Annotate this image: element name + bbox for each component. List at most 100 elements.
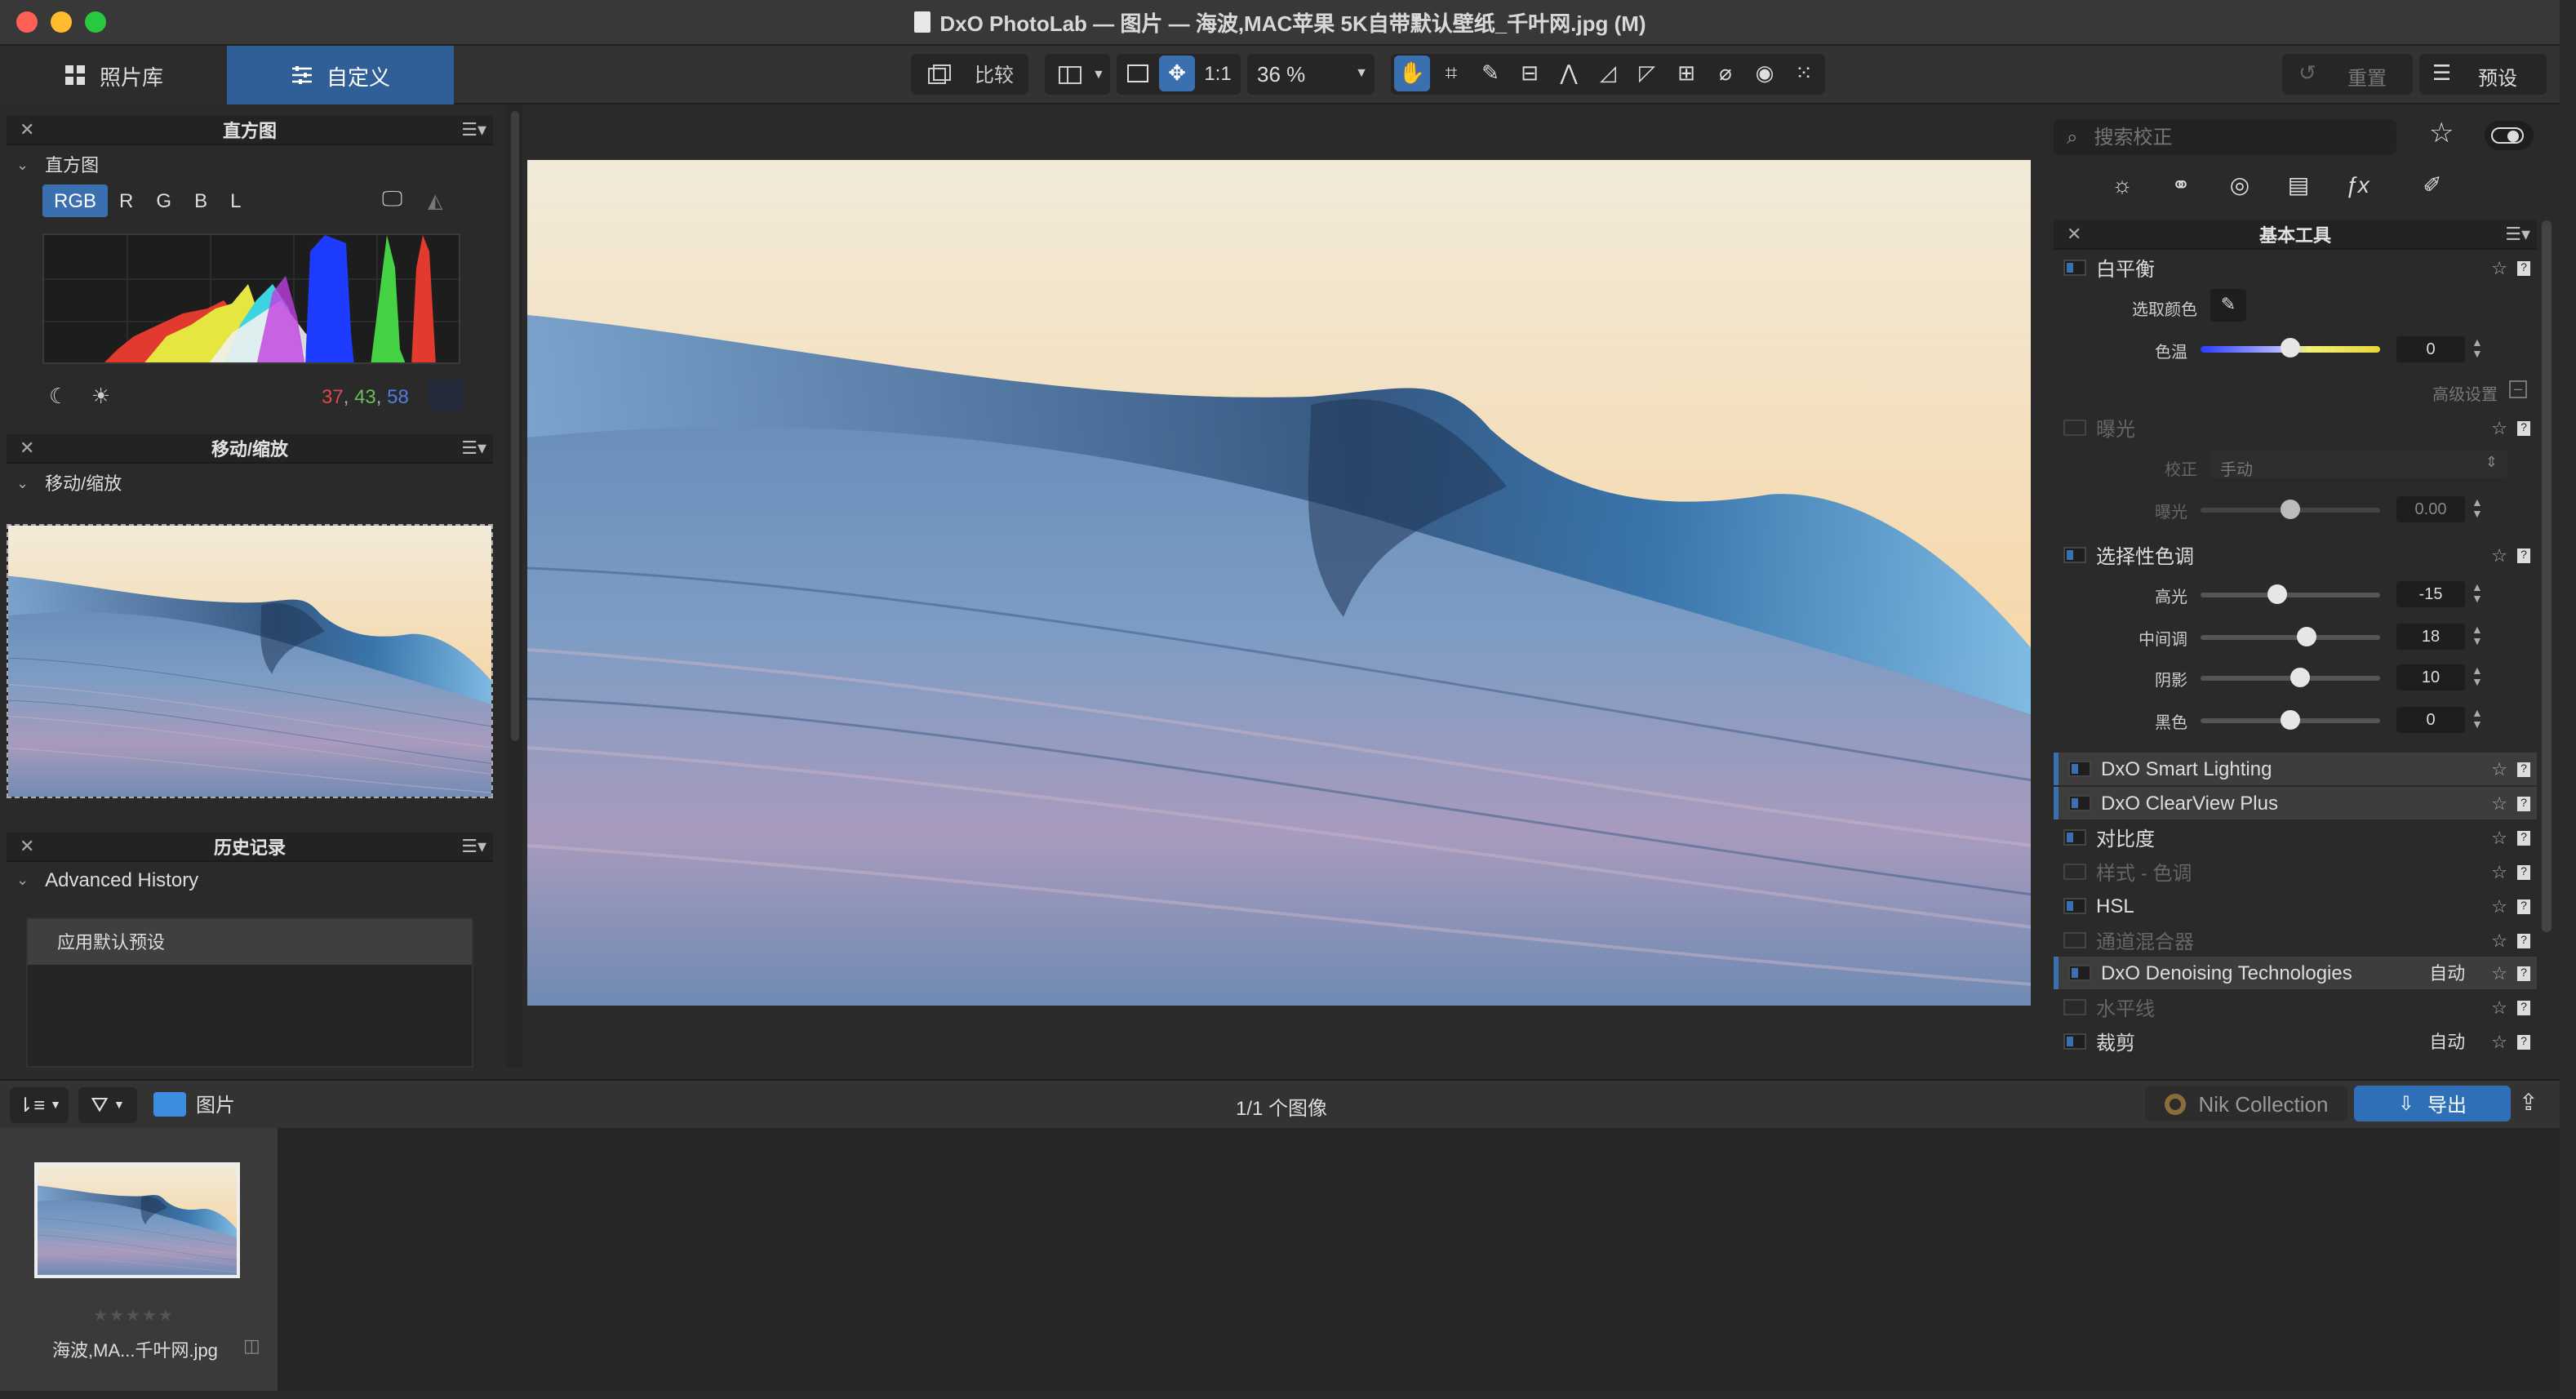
slider-value[interactable]: 18 (2396, 624, 2465, 650)
panel-menu-icon[interactable]: ☰▾ (461, 437, 486, 459)
channel-tab-rgb[interactable]: RGB (42, 184, 109, 217)
tab-customize[interactable]: 自定义 (227, 46, 454, 104)
tool-white-balance[interactable]: 白平衡 ☆? (2054, 251, 2537, 284)
star-icon[interactable]: ☆ (2491, 758, 2507, 779)
channel-tab-r[interactable]: R (108, 184, 144, 217)
enable-checkbox[interactable] (2063, 932, 2086, 948)
film-item[interactable]: ★★★★★ 海波,MA...千叶网.jpg ◫ (0, 1128, 278, 1391)
channel-tab-l[interactable]: L (219, 184, 252, 217)
stepper-icon[interactable]: ▲ ▼ (2472, 338, 2483, 361)
polygon-icon[interactable]: ◿ (1590, 56, 1626, 91)
enable-checkbox[interactable] (2063, 864, 2086, 880)
exposure-track[interactable] (2201, 499, 2380, 518)
channel-tab-b[interactable]: B (183, 184, 219, 217)
reset-button[interactable]: ↺ 重置 (2282, 54, 2413, 95)
main-photo[interactable] (527, 160, 2032, 1006)
correction-select[interactable]: 手动 ⇕ (2210, 451, 2507, 480)
slider-knob[interactable] (2267, 584, 2288, 603)
help-icon[interactable]: ? (2517, 966, 2530, 980)
film-thumbnail[interactable] (34, 1162, 240, 1278)
view-layout-dropdown[interactable]: ▼ (1045, 54, 1110, 95)
tool-contrast[interactable]: 对比度 ☆? (2054, 821, 2537, 854)
tool-exposure[interactable]: 曝光 ☆? (2054, 411, 2537, 444)
eyedropper-icon[interactable]: ✎ (1472, 56, 1508, 91)
zoom-dropdown[interactable]: 36 % ▼ (1247, 54, 1375, 95)
tool-clearview-plus[interactable]: DxO ClearView Plus ☆? (2054, 787, 2537, 819)
search-field[interactable]: ⌕ (2054, 119, 2396, 155)
slider-knob[interactable] (2296, 626, 2316, 646)
midtones-slider[interactable]: 中间调 18 ▲ ▼ (2054, 620, 2537, 653)
left-splitter[interactable] (506, 104, 522, 1068)
blacks-track[interactable] (2201, 709, 2380, 729)
star-icon[interactable]: ☆ (2491, 793, 2507, 814)
color-icon[interactable]: ⚭ (2161, 167, 2201, 202)
search-input[interactable] (2094, 126, 2372, 149)
slider-knob[interactable] (2290, 667, 2309, 686)
enable-checkbox[interactable] (2068, 761, 2091, 777)
slider-knob[interactable] (2281, 338, 2300, 358)
right-splitter[interactable] (2031, 104, 2047, 1068)
star-icon[interactable]: ☆ (2491, 1031, 2507, 1052)
tool-horizon[interactable]: 水平线 ☆? (2054, 991, 2537, 1024)
stepper-icon[interactable]: ▲ ▼ (2472, 498, 2483, 521)
effects-icon[interactable]: ƒx (2338, 167, 2377, 202)
highlights-track[interactable] (2201, 584, 2380, 603)
stepper-icon[interactable]: ▲ ▼ (2472, 708, 2483, 731)
tool-denoising[interactable]: DxO Denoising Technologies 自动 ☆? (2054, 957, 2537, 989)
slider-value[interactable]: 0.00 (2396, 496, 2465, 522)
navigator-section-header[interactable]: ⌄ 移动/缩放 (16, 470, 122, 496)
presets-button[interactable]: ☰ 预设 (2419, 54, 2547, 95)
detail-icon[interactable]: ◎ (2220, 167, 2259, 202)
enable-checkbox[interactable] (2068, 795, 2091, 811)
star-icon[interactable]: ☆ (2491, 544, 2507, 566)
zoom-window-button[interactable] (85, 11, 106, 33)
enable-checkbox[interactable] (2063, 260, 2086, 276)
panel-menu-icon[interactable]: ☰▾ (2505, 224, 2530, 245)
help-icon[interactable]: ? (2517, 796, 2530, 811)
enable-checkbox[interactable] (2063, 898, 2086, 914)
star-icon[interactable]: ☆ (2491, 827, 2507, 848)
stepper-icon[interactable]: ▲ ▼ (2472, 625, 2483, 648)
geometry-icon[interactable]: ▤ (2279, 167, 2318, 202)
history-item[interactable]: 应用默认预设 (28, 919, 472, 965)
highlights-slider[interactable]: 高光 -15 ▲ ▼ (2054, 578, 2537, 611)
export-button[interactable]: ⇩ 导出 (2354, 1086, 2511, 1121)
light-icon[interactable]: ☼ (2103, 167, 2142, 202)
help-icon[interactable]: ? (2517, 933, 2530, 948)
slider-value[interactable]: 10 (2396, 664, 2465, 691)
enable-checkbox[interactable] (2063, 1033, 2086, 1050)
help-icon[interactable]: ? (2517, 1034, 2530, 1049)
horizon-icon[interactable]: ⊟ (1512, 56, 1548, 91)
stepper-icon[interactable]: ▲ ▼ (2472, 583, 2483, 606)
star-icon[interactable]: ☆ (2491, 417, 2507, 438)
exposure-slider[interactable]: 曝光 0.00 ▲ ▼ (2054, 493, 2537, 526)
sort-button[interactable]: ⇂≡ ▼ (10, 1087, 69, 1123)
star-icon[interactable]: ☆ (2491, 257, 2507, 278)
enable-checkbox[interactable] (2063, 547, 2086, 563)
eye-icon[interactable]: ◉ (1747, 56, 1783, 91)
star-icon[interactable]: ☆ (2491, 930, 2507, 951)
help-icon[interactable]: ? (2517, 260, 2530, 275)
star-icon[interactable]: ☆ (2491, 997, 2507, 1018)
local-adjust-icon[interactable]: ✐ (2413, 167, 2452, 202)
collapse-icon[interactable]: – (2509, 380, 2527, 398)
move-icon[interactable]: ✥ (1159, 56, 1195, 91)
close-icon[interactable]: ✕ (20, 119, 34, 140)
help-icon[interactable]: ? (2517, 420, 2530, 435)
minimize-window-button[interactable] (51, 11, 72, 33)
slider-value[interactable]: 0 (2396, 707, 2465, 733)
help-icon[interactable]: ? (2517, 1000, 2530, 1015)
enable-checkbox[interactable] (2063, 999, 2086, 1015)
distort-icon[interactable]: ◸ (1629, 56, 1665, 91)
tab-photo-library[interactable]: 照片库 (0, 46, 227, 104)
crop-icon[interactable]: ⌗ (1433, 56, 1469, 91)
enable-checkbox[interactable] (2068, 965, 2091, 981)
channel-tab-g[interactable]: G (144, 184, 183, 217)
tool-selective-tone[interactable]: 选择性色调 ☆? (2054, 539, 2537, 571)
navigator-preview[interactable] (7, 524, 493, 798)
hand-icon[interactable]: ✋ (1394, 56, 1430, 91)
panel-menu-icon[interactable]: ☰▾ (461, 836, 486, 857)
right-scrollbar[interactable] (2542, 220, 2552, 932)
star-icon[interactable]: ☆ (2491, 895, 2507, 917)
help-icon[interactable]: ? (2517, 762, 2530, 776)
